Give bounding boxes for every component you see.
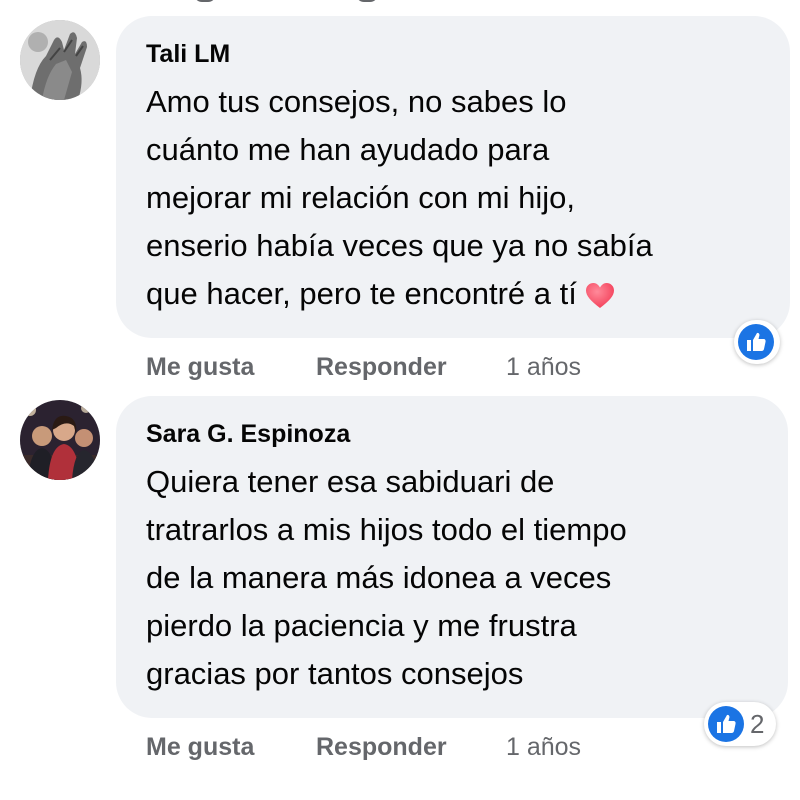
reaction-summary[interactable]	[734, 320, 780, 364]
reaction-count: 2	[750, 708, 765, 739]
like-icon	[708, 706, 744, 742]
avatar[interactable]	[20, 20, 100, 100]
reaction-summary[interactable]: 2	[704, 702, 777, 746]
comment-author[interactable]: Sara G. Espinoza	[146, 418, 758, 450]
comment-bubble: Tali LM Amo tus consejos, no sabes lo cu…	[116, 16, 790, 338]
avatar[interactable]	[20, 400, 100, 480]
reply-button[interactable]: Responder	[316, 730, 447, 764]
comment-text-line: pierdo la paciencia y me frustra	[146, 608, 577, 643]
comment-text-line: de la manera más idonea a veces	[146, 560, 612, 595]
comment-text-line: mejorar mi relación con mi hijo,	[146, 180, 575, 215]
comment-text-line: tratrarlos a mis hijos todo el tiempo	[146, 512, 627, 547]
comment-text-line: enserio había veces que ya no sabía	[146, 228, 653, 263]
reply-button[interactable]: Responder	[316, 350, 447, 384]
comment-text-line: cuánto me han ayudado para	[146, 132, 550, 167]
like-button[interactable]: Me gusta	[146, 730, 254, 764]
comment-text-line: Amo tus consejos, no sabes lo	[146, 84, 567, 119]
comment-author[interactable]: Tali LM	[146, 38, 760, 70]
comment-timestamp[interactable]: 1 años	[506, 350, 581, 384]
comment-timestamp[interactable]: 1 años	[506, 730, 581, 764]
comment-text-line: Quiera tener esa sabiduari de	[146, 464, 555, 499]
like-button[interactable]: Me gusta	[146, 350, 254, 384]
comment-text-line: gracias por tantos consejos	[146, 656, 524, 691]
comment-bubble: Sara G. Espinoza Quiera tener esa sabidu…	[116, 396, 788, 718]
comments-section: Tali LM Amo tus consejos, no sabes lo cu…	[0, 0, 800, 800]
comment-text-line: que hacer, pero te encontré a tí	[146, 276, 577, 311]
previous-comment-actions-fragment	[180, 0, 400, 2]
comment-text-line-with-emoji: que hacer, pero te encontré a tí	[146, 270, 760, 324]
heart-icon	[585, 276, 615, 324]
like-icon	[738, 324, 774, 360]
